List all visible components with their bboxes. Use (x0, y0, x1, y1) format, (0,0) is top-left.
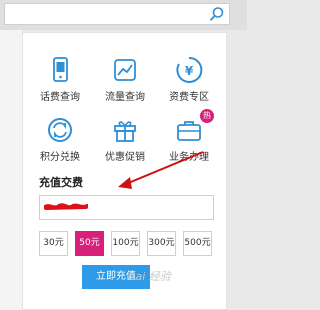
svg-text:¥: ¥ (185, 64, 194, 78)
service-tariff[interactable]: ¥ 资费专区 (161, 55, 217, 103)
service-points-exchange[interactable]: 积分兑换 (32, 115, 88, 163)
amount-option[interactable]: 100元 (111, 231, 140, 256)
service-promotions[interactable]: 优惠促销 (97, 115, 153, 163)
service-business[interactable]: 热 业务办理 (161, 109, 217, 163)
recharge-title: 充值交费 (39, 176, 83, 189)
service-label: 积分兑换 (40, 152, 80, 163)
service-label: 流量查询 (105, 92, 145, 103)
phone-bill-icon (53, 57, 68, 82)
service-label: 优惠促销 (105, 152, 145, 163)
tariff-icon: ¥ (176, 56, 203, 83)
amount-option[interactable]: 500元 (183, 231, 212, 256)
top-bar (0, 0, 247, 30)
search-input[interactable] (4, 3, 230, 25)
service-label: 业务办理 (169, 152, 209, 163)
amount-option[interactable]: 30元 (39, 231, 68, 256)
left-gutter (0, 30, 22, 310)
redaction-scribble (44, 203, 88, 210)
service-phone-bill[interactable]: 话费查询 (32, 55, 88, 103)
service-label: 资费专区 (169, 92, 209, 103)
service-label: 话费查询 (40, 92, 80, 103)
points-exchange-icon (48, 118, 72, 142)
briefcase-icon (177, 121, 201, 141)
phone-number-input[interactable] (39, 195, 214, 220)
service-data-usage[interactable]: 流量查询 (97, 55, 153, 103)
hot-badge: 热 (200, 109, 214, 123)
watermark-logo: Bai 经验 (128, 270, 171, 283)
recharge-panel: 话费查询 流量查询 ¥ 资费专区 积分兑换 优惠促销 热 业务办理 充值交费 3… (22, 32, 227, 310)
amount-option[interactable]: 300元 (147, 231, 176, 256)
data-usage-icon (114, 59, 136, 81)
right-gutter (228, 30, 247, 310)
amount-option-selected[interactable]: 50元 (75, 231, 104, 256)
search-icon[interactable] (209, 6, 225, 22)
gift-icon (114, 121, 136, 142)
